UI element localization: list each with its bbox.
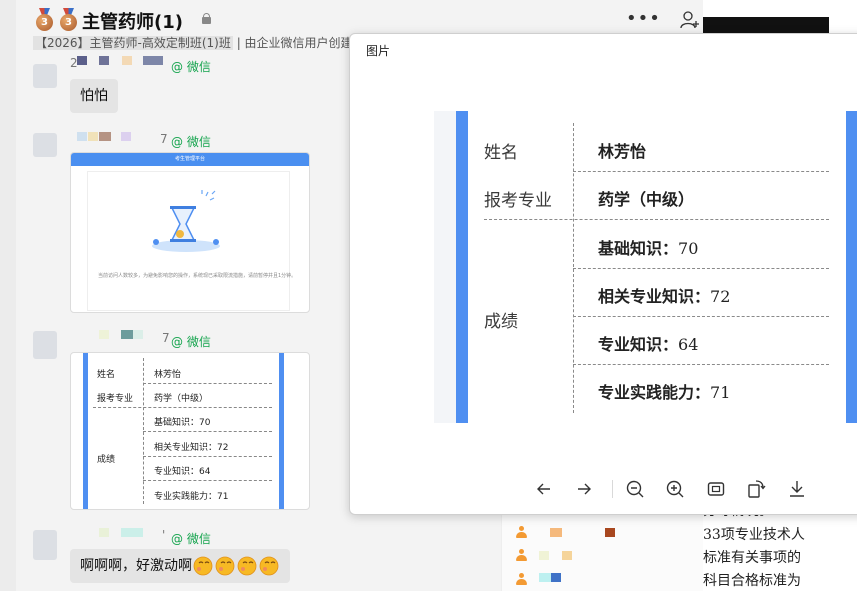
message-bubble[interactable]: 怕怕 — [70, 79, 118, 113]
group-name-tag: 【2026】主管药师-高效定制班(1)班 — [33, 36, 233, 50]
image-border — [456, 111, 468, 423]
thumbnail-content: 当前访问人数较多，为避免影响您的操作，系统现已采取限流措施，请前暂停并且1分钟。 — [87, 171, 296, 311]
sender-name-blur — [133, 330, 143, 339]
score-value: 药学（中级） — [154, 394, 209, 404]
sender-name-blur — [77, 56, 87, 65]
medal-icon: 3 — [36, 8, 53, 31]
person-icon — [516, 573, 527, 585]
score-row: 基础知识：70 — [598, 239, 699, 258]
member-list — [501, 515, 703, 591]
wechat-source-tag: @ 微信 — [171, 532, 211, 546]
person-icon — [516, 549, 527, 561]
sender-name-blur — [121, 132, 131, 141]
score-item: 相关专业知识：72 — [154, 443, 229, 453]
image-viewer: 图片 姓名 林芳怡 报考专业 药学（中级） 成绩 基础知识：70 相关专业知识：… — [349, 33, 857, 515]
document-line: 科目合格标准为 — [703, 573, 801, 589]
score-row: 相关专业知识：72 — [598, 287, 731, 306]
sender-name-blur — [121, 528, 143, 537]
score-row: 专业知识：64 — [598, 335, 699, 354]
message-bubble[interactable]: 啊啊啊，好激动啊 — [70, 549, 290, 583]
screen: 分等情况。 33项专业技术人 标准有关事项的 科目合格标准为 3 3 主管药师(… — [0, 0, 857, 591]
viewer-title: 图片 — [366, 44, 391, 58]
zoom-out-icon[interactable] — [624, 478, 646, 500]
sender-name: 7 — [162, 331, 170, 345]
more-icon[interactable]: ••• — [626, 8, 661, 29]
chat-sidebar-edge — [0, 0, 16, 591]
member-name-blur — [539, 551, 549, 560]
major-value: 药学（中级） — [598, 190, 695, 209]
image-message[interactable]: 考生管理平台 当前访问人数较多，为避免影响您的操作，系统现已采取限流措施，请前暂… — [70, 152, 310, 313]
sender-name-blur — [143, 56, 163, 65]
toolbar-divider — [612, 480, 613, 498]
sender-name-blur — [88, 132, 98, 141]
document-line: 33项专业技术人 — [703, 527, 805, 543]
wechat-source-tag: @ 微信 — [171, 60, 211, 74]
sender-name-blur — [99, 330, 109, 339]
add-user-icon[interactable] — [680, 10, 700, 30]
score-row: 专业实践能力：71 — [598, 383, 731, 402]
group-title[interactable]: 主管药师(1) — [82, 8, 183, 34]
score-value: 林芳怡 — [154, 370, 182, 380]
fit-screen-icon[interactable] — [705, 478, 727, 500]
score-item: 专业知识：64 — [154, 467, 211, 477]
sender-name: ' — [162, 528, 166, 542]
arrow-right-icon[interactable] — [573, 478, 595, 500]
sender-name: 7 — [160, 132, 168, 146]
wechat-source-tag: @ 微信 — [171, 335, 211, 349]
score-label: 姓名 — [97, 370, 116, 380]
medal-icon: 3 — [60, 8, 77, 31]
member-name-blur — [551, 573, 561, 582]
group-description: 【2026】主管药师-高效定制班(1)班 | 由企业微信用户创建的 — [33, 34, 365, 51]
major-label: 报考专业 — [484, 191, 552, 211]
sender-name-blur — [122, 56, 132, 65]
group-creator-note: | 由企业微信用户创建的 — [232, 36, 365, 50]
name-label: 姓名 — [484, 143, 518, 163]
image-message[interactable]: 姓名 林芳怡 报考专业 药学（中级） 成绩 基础知识：70 相关专业知识：72 … — [70, 352, 310, 510]
hourglass-illustration — [152, 190, 220, 252]
emoji-icon — [193, 556, 279, 576]
score-label: 成绩 — [97, 455, 116, 465]
thumbnail-border — [279, 353, 284, 509]
lock-icon — [202, 13, 211, 24]
member-name-blur — [550, 528, 562, 537]
document-line: 标准有关事项的 — [703, 550, 801, 566]
avatar[interactable] — [33, 530, 57, 560]
member-name-blur — [605, 528, 615, 537]
score-label: 报考专业 — [97, 394, 134, 404]
arrow-left-icon[interactable] — [533, 478, 555, 500]
score-thumbnail: 姓名 林芳怡 报考专业 药学（中级） 成绩 基础知识：70 相关专业知识：72 … — [83, 353, 287, 509]
image-border — [846, 111, 857, 423]
avatar[interactable] — [33, 64, 57, 88]
person-icon — [516, 526, 527, 538]
grade-label: 成绩 — [484, 312, 518, 332]
score-item: 专业实践能力：71 — [154, 492, 229, 502]
avatar[interactable] — [33, 331, 57, 359]
rotate-icon[interactable] — [745, 478, 767, 500]
score-item: 基础知识：70 — [154, 418, 211, 428]
message-text: 啊啊啊，好激动啊 — [80, 558, 192, 574]
name-value: 林芳怡 — [598, 142, 647, 161]
avatar[interactable] — [33, 133, 57, 157]
zoom-in-icon[interactable] — [664, 478, 686, 500]
sender-name-blur — [99, 56, 109, 65]
sender-name-blur — [99, 132, 111, 141]
member-name-blur — [562, 551, 572, 560]
wechat-source-tag: @ 微信 — [171, 135, 211, 149]
viewer-toolbar — [350, 474, 857, 504]
thumbnail-header: 考生管理平台 — [71, 153, 309, 166]
thumbnail-notice: 当前访问人数较多，为避免影响您的操作，系统现已采取限流措施，请前暂停并且1分钟。 — [98, 273, 297, 279]
sender-name-blur — [121, 330, 133, 339]
score-image: 姓名 林芳怡 报考专业 药学（中级） 成绩 基础知识：70 相关专业知识：72 … — [434, 111, 857, 423]
sender-name-blur — [77, 132, 87, 141]
sender-name-blur — [99, 528, 109, 537]
member-name-blur — [539, 573, 551, 582]
download-icon[interactable] — [786, 478, 808, 500]
